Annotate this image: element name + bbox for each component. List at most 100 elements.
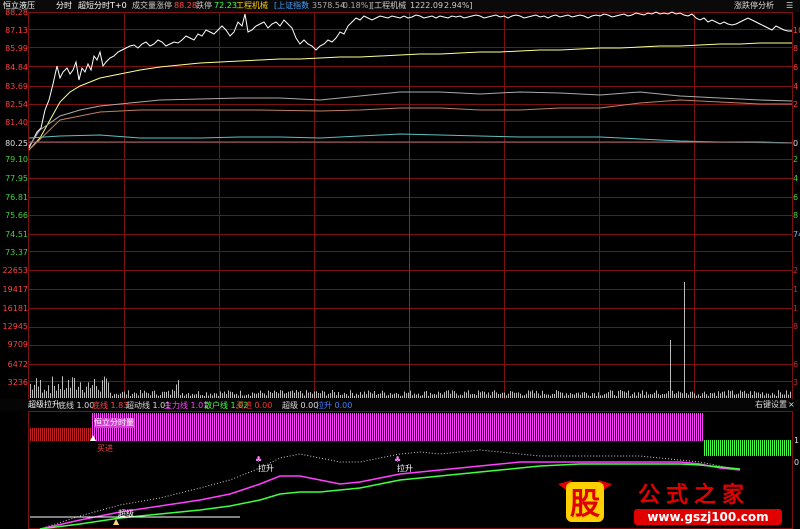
volume-bar [308, 392, 309, 398]
indicator-bar [488, 413, 489, 441]
volume-bar [250, 395, 251, 398]
indicator-bar [732, 440, 733, 456]
indicator-bar [790, 440, 791, 456]
indicator-bar [710, 440, 711, 456]
indicator-bar [630, 413, 631, 441]
indicator-bar [316, 413, 317, 441]
indicator-bar [458, 413, 459, 441]
time-gridlines [124, 12, 695, 399]
indicator-bar [232, 413, 233, 441]
indicator-name[interactable]: 超级拉升 [28, 400, 60, 410]
indicator-bar [246, 413, 247, 441]
indicator-bar [702, 413, 703, 441]
settings-button[interactable]: 右键设置 [755, 400, 787, 410]
volume-bar [514, 392, 515, 398]
indicator-bar [282, 413, 283, 441]
volume-bar [728, 390, 729, 398]
indicator-bar [224, 413, 225, 441]
indicator-bar [346, 413, 347, 441]
volume-bar [290, 391, 291, 398]
indicator-bar [724, 440, 725, 456]
indicator-bar [738, 440, 739, 456]
indicator-bar [382, 413, 383, 441]
volume-bar [762, 392, 763, 398]
indicator-bar [260, 413, 261, 441]
indicator-bar [384, 413, 385, 441]
volume-bar [624, 391, 625, 398]
volume-bar [484, 391, 485, 398]
volume-bar [632, 394, 633, 398]
volume-bar [612, 390, 613, 398]
volume-bar [156, 394, 157, 398]
volume-bar [154, 390, 155, 398]
indicator-bar [652, 413, 653, 441]
indicator-bar [244, 413, 245, 441]
percent-axis-label: 8 [793, 44, 799, 53]
volume-bar [160, 395, 161, 398]
indicator-bar [606, 413, 607, 441]
volume-bar [236, 393, 237, 398]
indicator-bar [334, 413, 335, 441]
volume-bar [98, 389, 99, 398]
volume-bar [146, 392, 147, 398]
indicator-bar [278, 413, 279, 441]
volume-bar [38, 386, 39, 398]
percent-axis-label: 2 [793, 100, 799, 109]
indicator-bar [644, 413, 645, 441]
volume-bar [318, 392, 319, 398]
volume-bar [332, 390, 333, 398]
indicator-bars [30, 413, 791, 456]
indicator-bar [144, 413, 145, 441]
indicator-bar [242, 413, 243, 441]
indicator-bar [288, 413, 289, 441]
indicator-bar [240, 413, 241, 441]
indicator-bar [54, 428, 55, 441]
volume-bar [660, 395, 661, 398]
indicator-bar [638, 413, 639, 441]
indicator-bar [530, 413, 531, 441]
volume-bar [202, 395, 203, 398]
indicator-bar [548, 413, 549, 441]
indicator-bar [268, 413, 269, 441]
volume-bar [114, 394, 115, 398]
volume-bar [722, 391, 723, 398]
volume-bar [50, 393, 51, 398]
volume-bar [606, 393, 607, 398]
volume-bar [264, 393, 265, 398]
indicator-bar [276, 413, 277, 441]
indicator-bar [82, 428, 83, 441]
volume-bar [548, 394, 549, 398]
volume-bar [634, 392, 635, 398]
indicator-bar [676, 413, 677, 441]
volume-bar [586, 393, 587, 398]
indicator-bar [350, 413, 351, 441]
indicator-bar [202, 413, 203, 441]
indicator-bar [688, 413, 689, 441]
indicator-bar [296, 413, 297, 441]
percent-axis-label: 4 [793, 174, 799, 183]
indicator-bar [256, 413, 257, 441]
volume-bar [708, 395, 709, 398]
volume-bar [690, 391, 691, 398]
indicator-bar [546, 413, 547, 441]
indicator-bar [516, 413, 517, 441]
volume-bar [604, 394, 605, 398]
volume-bar [588, 395, 589, 398]
indicator-bar [434, 413, 435, 441]
indicator-bar [444, 413, 445, 441]
indicator-bar [576, 413, 577, 441]
volume-bar [562, 392, 563, 398]
percent-axis-label: 0 [793, 139, 799, 148]
volume-bar [44, 389, 45, 398]
indicator-bar [398, 413, 399, 441]
volume-bar [516, 392, 517, 398]
indicator-bar [586, 413, 587, 441]
volume-bar [304, 395, 305, 398]
close-icon[interactable]: × [788, 400, 795, 410]
buy-annotation: 买进 [97, 444, 113, 453]
indicator-bar [504, 413, 505, 441]
indicator-bar [318, 413, 319, 441]
volume-axis-label: 6472 [7, 360, 28, 369]
indicator-bar [542, 413, 543, 441]
indicator-bar [148, 413, 149, 441]
